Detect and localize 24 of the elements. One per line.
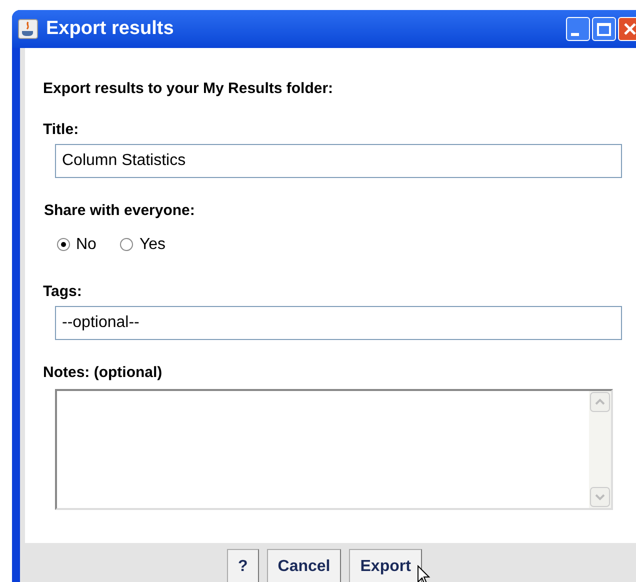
close-icon	[623, 22, 636, 36]
minimize-icon	[571, 33, 579, 36]
dialog-button[interactable]: Export	[349, 549, 422, 582]
window-title: Export results	[46, 16, 175, 41]
dialog-button[interactable]: ?	[227, 549, 259, 582]
field-label: Tags:	[43, 282, 83, 302]
radio-button[interactable]	[120, 238, 134, 251]
radio-option[interactable]: No	[57, 232, 96, 256]
notes-field[interactable]	[55, 388, 613, 510]
field-label: Title:	[43, 120, 80, 140]
title-field[interactable]: Column Statistics	[55, 144, 622, 178]
heading: Export results to your My Results folder:	[43, 79, 334, 99]
dialog-button[interactable]: Cancel	[266, 549, 342, 582]
tags-field[interactable]: --optional--	[55, 306, 622, 340]
radio-option[interactable]: Yes	[120, 232, 166, 256]
minimize-button[interactable]	[566, 17, 590, 41]
cup-icon	[18, 19, 38, 39]
field-label: Notes: (optional)	[43, 363, 164, 383]
radio-button[interactable]	[57, 238, 70, 251]
maximize-button[interactable]	[592, 17, 616, 41]
field-label: Share with everyone:	[44, 201, 196, 221]
cursor-icon	[417, 565, 431, 582]
close-button[interactable]	[618, 17, 636, 41]
maximize-icon	[597, 22, 611, 36]
